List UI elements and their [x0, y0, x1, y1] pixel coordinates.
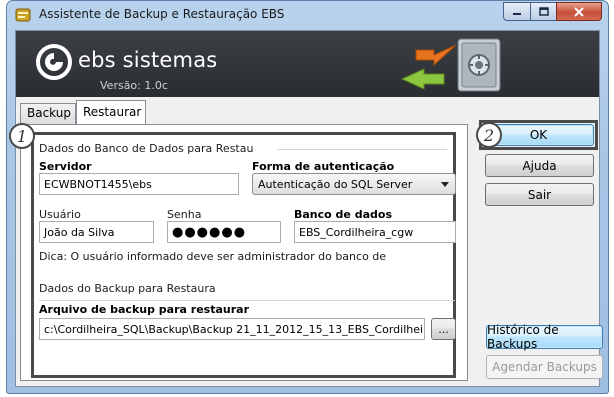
tab-backup[interactable]: Backup	[20, 103, 76, 124]
auth-label: Forma de autenticação	[252, 160, 395, 173]
close-icon	[574, 6, 584, 17]
auth-select-value: Autenticação do SQL Server	[258, 178, 413, 191]
backup-file-label: Arquivo de backup para restaurar	[39, 303, 249, 316]
brand-name: ebs sistemas	[78, 48, 218, 72]
restore-tab-panel: Dados do Banco de Dados para Restau Serv…	[9, 123, 468, 381]
app-window: Assistente de Backup e Restauração EBS e…	[6, 0, 609, 394]
backup-section-title: Dados do Backup para Restaura	[39, 282, 216, 295]
backup-history-button[interactable]: Histórico de Backups	[486, 323, 603, 351]
database-section-title: Dados do Banco de Dados para Restau	[39, 142, 254, 155]
password-input[interactable]: ●●●●●●	[167, 221, 281, 243]
minimize-button[interactable]	[503, 2, 530, 21]
password-mask: ●●●●●●	[172, 225, 247, 240]
schedule-backups-button[interactable]: Agendar Backups	[486, 355, 603, 379]
window-title: Assistente de Backup e Restauração EBS	[39, 7, 285, 21]
user-input[interactable]: João da Silva	[39, 221, 154, 243]
maximize-button[interactable]	[530, 2, 556, 21]
safe-backup-icon	[400, 38, 501, 92]
title-bar[interactable]: Assistente de Backup e Restauração EBS	[7, 1, 608, 29]
browse-button[interactable]: ...	[431, 318, 456, 340]
minimize-icon	[513, 12, 521, 15]
app-icon	[15, 8, 31, 22]
database-input[interactable]: EBS_Cordilheira_cgw	[294, 221, 456, 243]
header-banner: ebs sistemas Versão: 1.0c	[16, 31, 599, 97]
dropdown-arrow-icon	[441, 182, 449, 187]
user-label: Usuário	[39, 208, 81, 221]
ebs-logo-icon	[36, 44, 72, 80]
window-controls	[503, 2, 602, 21]
backup-file-input[interactable]: c:\Cordilheira_SQL\Backup\Backup 21_11_2…	[39, 318, 425, 340]
database-label: Banco de dados	[294, 208, 392, 221]
section-divider	[39, 300, 455, 301]
server-label: Servidor	[39, 160, 92, 173]
help-button[interactable]: Ajuda	[485, 154, 594, 177]
auth-select[interactable]: Autenticação do SQL Server	[252, 173, 456, 195]
tab-restaurar[interactable]: Restaurar	[76, 100, 146, 125]
version-label: Versão: 1.0c	[100, 79, 168, 92]
hint-text: Dica: O usuário informado deve ser admin…	[39, 250, 389, 263]
section-divider	[277, 149, 447, 150]
callout-2-badge: 2	[476, 122, 502, 148]
server-input[interactable]: ECWBNOT1455\ebs	[39, 173, 239, 195]
callout-1-badge: 1	[9, 123, 35, 149]
password-label: Senha	[167, 208, 202, 221]
close-button[interactable]	[556, 2, 602, 21]
client-area: ebs sistemas Versão: 1.0c Backup Restaur…	[9, 30, 603, 387]
exit-button[interactable]: Sair	[485, 183, 594, 206]
maximize-icon	[538, 7, 549, 16]
